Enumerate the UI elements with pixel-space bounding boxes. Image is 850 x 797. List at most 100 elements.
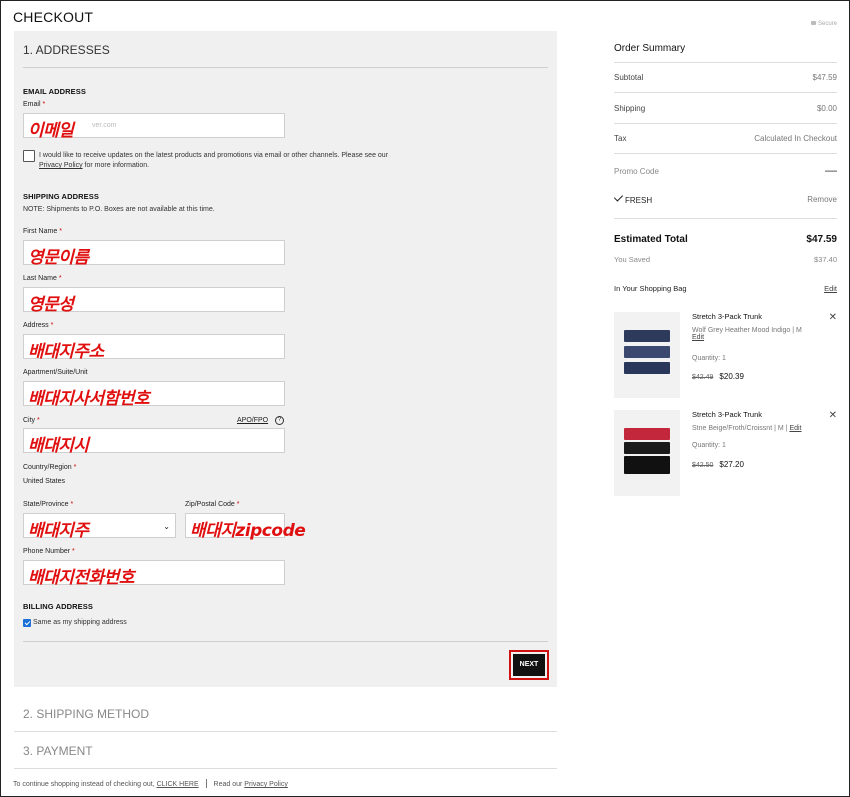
addresses-panel: 1. ADDRESSES EMAIL ADDRESS Email * ver.c… <box>14 31 557 687</box>
updates-text-tail: for more information. <box>84 162 150 169</box>
tax-label: Tax <box>614 134 627 143</box>
trunk-1 <box>624 330 670 342</box>
subtotal-row: Subtotal $47.59 <box>614 73 837 82</box>
minus-icon[interactable]: — <box>825 163 837 177</box>
first-name-label: First Name * <box>23 228 62 235</box>
first-name-field[interactable]: 영문이름 <box>23 240 285 268</box>
secure-label: Secure <box>817 21 837 27</box>
trunk-2 <box>624 442 670 454</box>
divider <box>614 218 837 219</box>
click-here-link[interactable]: CLICK HERE <box>157 781 199 788</box>
item-quantity: Quantity: 1 <box>692 442 726 449</box>
billing-section-heading: BILLING ADDRESS <box>23 602 93 611</box>
address-label-text: Address <box>23 322 49 329</box>
phone-field[interactable]: 배대지전화번호 <box>23 560 285 588</box>
estimated-total-label: Estimated Total <box>614 234 688 245</box>
shipping-label: Shipping <box>614 104 646 113</box>
bag-item: Stretch 3-Pack Trunk ✕ Wolf Grey Heather… <box>614 312 837 402</box>
phone-label: Phone Number * <box>23 548 75 555</box>
last-name-label: Last Name * <box>23 275 62 282</box>
item-original-price: $42.50 <box>692 462 714 469</box>
required-mark: * <box>50 322 54 329</box>
country-label-text: Country/Region <box>23 464 72 471</box>
you-saved-label: You Saved <box>614 255 651 264</box>
shopping-bag-label: In Your Shopping Bag <box>614 284 687 293</box>
email-field[interactable]: ver.com 이메일 <box>23 113 285 141</box>
item-name: Stretch 3-Pack Trunk <box>692 312 763 321</box>
footer-read-text: Read our <box>213 781 243 788</box>
state-value: 배대지주 <box>28 521 89 541</box>
item-edit-link[interactable]: Edit <box>692 334 704 341</box>
last-name-value: 영문성 <box>28 295 74 315</box>
required-mark: * <box>37 417 40 424</box>
address-label: Address * <box>23 322 53 329</box>
updates-checkbox[interactable] <box>23 150 35 162</box>
address-field[interactable]: 배대지주소 <box>23 334 285 362</box>
updates-text: I would like to receive updates on the l… <box>39 151 519 171</box>
same-as-shipping-checkbox[interactable] <box>23 619 31 627</box>
updates-text-body: I would like to receive updates on the l… <box>39 152 389 159</box>
phone-value: 배대지전화번호 <box>28 568 134 588</box>
product-image[interactable] <box>614 312 680 398</box>
apt-field[interactable]: 배대지사서함번호 <box>23 381 285 409</box>
step-payment[interactable]: 3. PAYMENT <box>23 744 93 758</box>
divider <box>14 731 557 732</box>
lock-icon <box>810 21 816 25</box>
estimated-total-row: Estimated Total $47.59 <box>614 234 837 245</box>
item-name: Stretch 3-Pack Trunk <box>692 410 763 419</box>
you-saved-row: You Saved $37.40 <box>614 255 837 264</box>
footer-privacy-link[interactable]: Privacy Policy <box>244 781 288 788</box>
item-edit-link[interactable]: Edit <box>789 425 801 432</box>
item-variant-text: Stne Beige/Froth/Croissnt <box>692 425 773 432</box>
footer: To continue shopping instead of checking… <box>13 779 288 788</box>
next-button-highlight: NEXT <box>509 650 549 680</box>
shipping-row: Shipping $0.00 <box>614 104 837 113</box>
required-mark: * <box>236 501 240 508</box>
divider <box>614 123 837 124</box>
item-size: M <box>777 425 784 432</box>
apo-fpo-link[interactable]: APO/FPO <box>237 417 268 424</box>
state-label-text: State/Province <box>23 501 69 508</box>
trunk-1 <box>624 428 670 440</box>
subtotal-value: $47.59 <box>812 73 837 82</box>
trunk-3 <box>624 362 670 374</box>
order-summary-title: Order Summary <box>614 43 686 54</box>
email-label-text: Email <box>23 101 41 108</box>
item-price: $42.50 $27.20 <box>692 460 744 469</box>
next-button[interactable]: NEXT <box>513 654 545 676</box>
state-select[interactable]: 배대지주 ⌄ <box>23 513 176 541</box>
country-label: Country/Region * <box>23 464 76 471</box>
item-sale-price: $20.39 <box>719 372 744 381</box>
email-label: Email * <box>23 101 45 108</box>
addresses-step-title: 1. ADDRESSES <box>23 43 110 57</box>
promo-code-toggle[interactable]: Promo Code — <box>614 163 837 177</box>
privacy-policy-link[interactable]: Privacy Policy <box>39 162 83 169</box>
zip-field[interactable]: 배대지zipcode <box>185 513 306 541</box>
item-variant-text: Wolf Grey Heather Mood Indigo <box>692 327 791 334</box>
email-value: 이메일 <box>28 121 74 141</box>
trunk-3 <box>624 456 670 474</box>
city-field[interactable]: 배대지시 <box>23 428 285 456</box>
item-sale-price: $27.20 <box>719 460 744 469</box>
bag-item: Stretch 3-Pack Trunk ✕ Stne Beige/Froth/… <box>614 410 837 500</box>
close-icon[interactable]: ✕ <box>829 410 837 421</box>
city-value: 배대지시 <box>28 436 89 456</box>
you-saved-value: $37.40 <box>814 255 837 264</box>
secure-indicator: Secure <box>810 21 837 27</box>
address-value: 배대지주소 <box>28 342 104 362</box>
promo-remove-link[interactable]: Remove <box>807 195 837 204</box>
step-shipping-method[interactable]: 2. SHIPPING METHOD <box>23 707 149 721</box>
item-price: $42.49 $20.39 <box>692 372 744 381</box>
required-mark: * <box>73 464 77 471</box>
promo-code-label: Promo Code <box>614 167 659 176</box>
bag-edit-link[interactable]: Edit <box>824 284 837 293</box>
email-section-heading: EMAIL ADDRESS <box>23 87 86 96</box>
chevron-down-icon: ⌄ <box>163 522 170 531</box>
last-name-field[interactable]: 영문성 <box>23 287 285 315</box>
help-icon[interactable]: ? <box>275 416 284 425</box>
product-image[interactable] <box>614 410 680 496</box>
tax-row: Tax Calculated In Checkout <box>614 134 837 143</box>
close-icon[interactable]: ✕ <box>829 312 837 323</box>
phone-label-text: Phone Number <box>23 548 71 555</box>
divider <box>23 67 548 68</box>
